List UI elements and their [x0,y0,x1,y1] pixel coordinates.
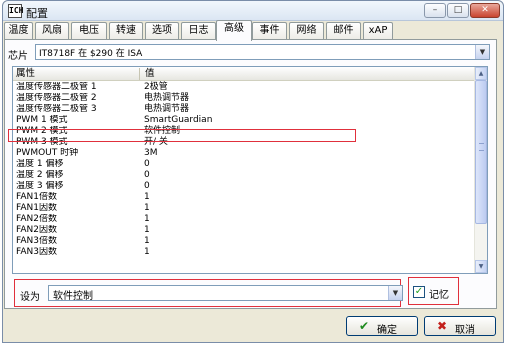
tab-voltage[interactable]: 电压 [71,22,107,40]
table-row[interactable]: FAN3倍数 1 [13,236,476,247]
tab-mail[interactable]: 邮件 [326,22,361,40]
tab-options[interactable]: 选项 [145,22,179,40]
property-list[interactable]: 属性 值 温度传感器二极管 1 2极管 温度传感器二极管 2 电热调节器 温度传感器二极… [12,66,488,274]
property-value: 0 [144,181,150,191]
set-as-select[interactable]: 软件控制 ▼ [48,285,403,302]
property-value: 电热调节器 [144,93,190,103]
grip-icon [479,143,484,151]
property-name: 温度传感器二极管 1 [16,82,97,92]
property-name: 温度传感器二极管 2 [16,93,97,103]
set-as-label: 设为 [20,292,40,303]
chip-select[interactable]: IT8718F 在 $290 在 ISA ▼ [35,44,490,60]
list-header: 属性 值 [13,67,476,81]
maximize-button[interactable]: □ [447,3,469,18]
property-value: SmartGuardian [144,115,213,125]
table-row[interactable]: 温度 2 偏移 0 [13,170,476,181]
property-value: 1 [144,225,150,235]
chip-label: 芯片 [8,51,28,62]
property-name: FAN2因数 [16,225,57,235]
property-value: 0 [144,159,150,169]
property-value: 开/ 关 [144,137,168,147]
chip-select-value: IT8718F 在 $290 在 ISA [39,49,143,59]
table-row[interactable]: PWMOUT 时钟 3M [13,148,476,159]
scroll-up-icon[interactable]: ▲ [475,67,487,80]
tab-advanced[interactable]: 高级 [216,20,252,41]
scroll-down-icon[interactable]: ▼ [475,260,487,273]
table-row[interactable]: FAN2因数 1 [13,225,476,236]
property-name: PWM 2 模式 [16,126,68,136]
property-name: FAN2倍数 [16,214,57,224]
property-name: 温度传感器二极管 3 [16,104,97,114]
property-value: 2极管 [144,82,168,92]
tab-fans[interactable]: 风扇 [35,22,69,40]
tab-events[interactable]: 事件 [252,22,287,40]
remember-label[interactable]: 记忆 [429,286,449,301]
property-name: FAN3因数 [16,247,57,257]
tab-xap[interactable]: xAP [363,22,393,40]
check-icon: ✔ [359,319,370,333]
property-name: FAN1因数 [16,203,57,213]
close-button[interactable]: ✕ [470,3,500,18]
title-bar[interactable]: ICH 配置 – □ ✕ [3,1,503,21]
vertical-scrollbar[interactable]: ▲ ▼ [474,67,487,273]
scroll-thumb[interactable] [475,80,487,224]
table-row[interactable]: PWM 3 模式 开/ 关 [13,137,476,148]
property-name: PWM 3 模式 [16,137,68,147]
property-value: 1 [144,192,150,202]
property-value: 电热调节器 [144,104,190,114]
ok-button[interactable]: ✔ 确定 [346,316,418,336]
table-row[interactable]: 温度 3 偏移 0 [13,181,476,192]
tab-temperature[interactable]: 温度 [4,22,33,40]
table-row[interactable]: 温度传感器二极管 1 2极管 [13,82,476,93]
property-name: PWMOUT 时钟 [16,148,79,158]
set-as-value: 软件控制 [53,291,93,302]
ok-button-label: 确定 [377,325,397,336]
cancel-button-label: 取消 [455,325,475,336]
list-rows: 温度传感器二极管 1 2极管 温度传感器二极管 2 电热调节器 温度传感器二极管 3 电热… [13,82,476,258]
property-value: 1 [144,236,150,246]
chevron-down-icon[interactable]: ▼ [388,286,402,300]
property-name: PWM 1 模式 [16,115,68,125]
property-name: 温度 3 偏移 [16,181,64,191]
app-icon: ICH [8,4,23,18]
property-name: 温度 2 偏移 [16,170,64,180]
property-value: 1 [144,247,150,257]
table-row[interactable]: FAN1倍数 1 [13,192,476,203]
tab-network[interactable]: 网络 [289,22,324,40]
table-row[interactable]: 温度传感器二极管 3 电热调节器 [13,104,476,115]
table-row[interactable]: FAN2倍数 1 [13,214,476,225]
chevron-down-icon[interactable]: ▼ [475,45,489,59]
tab-log[interactable]: 日志 [181,22,216,40]
property-value: 1 [144,203,150,213]
table-row[interactable]: 温度 1 偏移 0 [13,159,476,170]
column-header-value[interactable]: 值 [145,68,155,80]
window-title: 配置 [26,7,48,20]
table-row[interactable]: PWM 1 模式 SmartGuardian [13,115,476,126]
close-icon: ✖ [437,319,448,333]
table-row[interactable]: PWM 2 模式 软件控制 [13,126,476,137]
property-name: 温度 1 偏移 [16,159,64,169]
property-value: 3M [144,148,158,158]
property-name: FAN3倍数 [16,236,57,246]
property-value: 0 [144,170,150,180]
cancel-button[interactable]: ✖ 取消 [424,316,496,336]
table-row[interactable]: FAN1因数 1 [13,203,476,214]
property-value: 软件控制 [144,126,181,136]
remember-checkbox[interactable]: ✓ [413,286,425,298]
property-value: 1 [144,214,150,224]
table-row[interactable]: FAN3因数 1 [13,247,476,258]
property-name: FAN1倍数 [16,192,57,202]
tab-speed[interactable]: 转速 [109,22,143,40]
minimize-button[interactable]: – [424,3,446,18]
table-row[interactable]: 温度传感器二极管 2 电热调节器 [13,93,476,104]
column-header-attribute[interactable]: 属性 [16,68,140,80]
